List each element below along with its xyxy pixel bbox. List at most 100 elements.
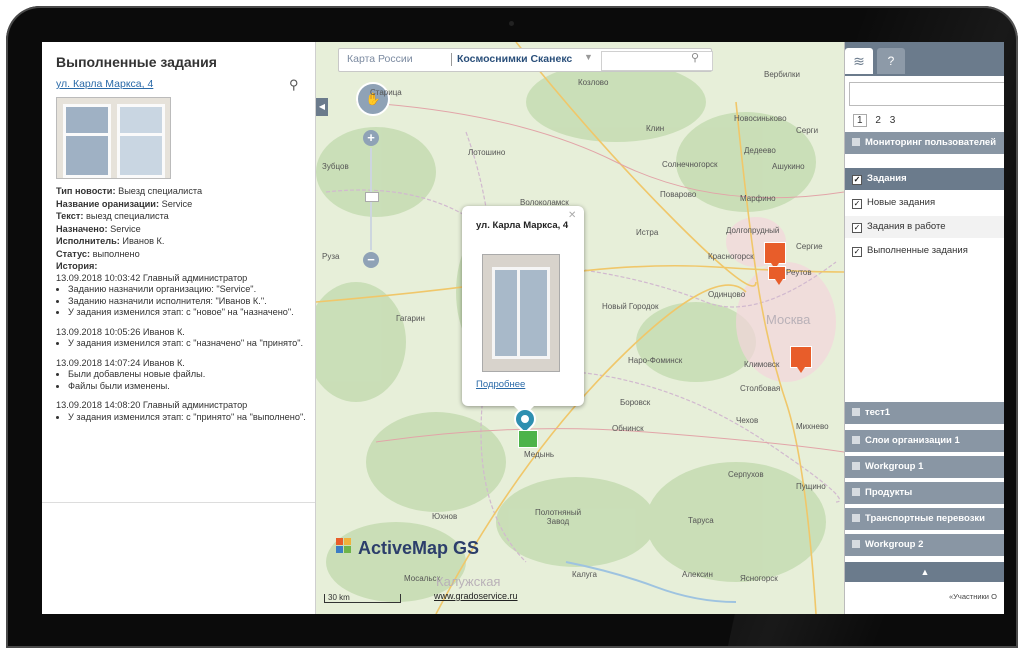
search-icon[interactable]: ⚲: [691, 51, 699, 64]
city-label: Долгопрудный: [726, 226, 780, 235]
layer-item[interactable]: Слои организации 1: [845, 430, 1004, 453]
history-entry: 13.09.2018 14:08:20 Главный администрато…: [56, 400, 306, 423]
page-3[interactable]: 3: [890, 115, 896, 126]
task-photo-thumbnail[interactable]: [56, 97, 171, 179]
task-marker-orange[interactable]: [768, 266, 786, 285]
webcam: [509, 21, 514, 26]
layer-item[interactable]: ✓ Задания в работе: [845, 216, 1004, 238]
popup-title: ул. Карла Маркса, 4: [476, 220, 569, 231]
close-icon[interactable]: ✕: [568, 210, 576, 221]
layer-option-russia[interactable]: Карта России: [347, 53, 413, 65]
scroll-up-button[interactable]: ▲: [845, 562, 1004, 582]
city-label: Столбовая: [740, 384, 781, 393]
history-entry-header: 13.09.2018 14:07:24 Иванов К.: [56, 357, 185, 368]
city-label: Клин: [646, 124, 665, 133]
chevron-down-icon[interactable]: ▼: [584, 52, 593, 62]
layer-option-kosmosnimki[interactable]: Космоснимки Сканекс: [457, 53, 572, 65]
layer-group-icon: [852, 436, 860, 444]
app-screen: Выполненные задания ул. Карла Маркса, 4 …: [42, 42, 1004, 614]
history-item: У задания изменился этап: с "назначено" …: [68, 338, 306, 350]
field-executor: Исполнитель: Иванов К.: [56, 236, 165, 246]
region-label-moscow: Москва: [766, 312, 811, 327]
history-entry-items: У задания изменился этап: с "назначено" …: [56, 338, 306, 350]
popup-more-link[interactable]: Подробнее: [476, 379, 525, 390]
layer-group-icon: [852, 514, 860, 522]
done-task-marker[interactable]: [518, 430, 538, 448]
city-label: Мосальск: [404, 574, 440, 583]
city-label: Реутов: [786, 268, 812, 277]
layer-label: Задания: [867, 173, 907, 184]
page-2[interactable]: 2: [875, 115, 881, 126]
city-label: Гагарин: [396, 314, 425, 323]
layers-tab-icon[interactable]: ≋: [845, 48, 873, 74]
history-item: Были добавлены новые файлы.: [68, 369, 306, 381]
city-label: Одинцово: [708, 290, 746, 299]
city-label: Поварово: [660, 190, 697, 199]
osm-credit: «Участники О: [949, 592, 997, 601]
checkbox[interactable]: ✓: [852, 175, 862, 185]
city-label: Боровск: [620, 398, 651, 407]
field-status: Статус: выполнено: [56, 248, 140, 259]
history-entry-header: 13.09.2018 14:08:20 Главный администрато…: [56, 400, 248, 410]
field-news-type: Тип новости: Выезд специалиста: [56, 186, 203, 196]
layer-group-icon: [852, 138, 860, 146]
layer-item[interactable]: тест1: [845, 402, 1004, 425]
city-label: Руза: [322, 252, 340, 261]
history-item: Файлы были изменены.: [68, 381, 306, 393]
task-marker-orange[interactable]: [790, 346, 812, 373]
layer-item[interactable]: ✓ Задания: [845, 168, 1004, 190]
layer-item[interactable]: Транспортные перевозки: [845, 508, 1004, 531]
toolbar-separator: [451, 53, 452, 66]
map-view[interactable]: Карта России Космоснимки Сканекс ▼ ⚲ ◀ ✋…: [316, 42, 844, 614]
layer-label: Мониторинг пользователей: [865, 137, 997, 148]
help-tab-icon[interactable]: ?: [877, 48, 905, 74]
popup-photo[interactable]: [482, 254, 560, 372]
task-details-panel: Выполненные задания ул. Карла Маркса, 4 …: [42, 42, 316, 614]
history-entry-items: У задания изменился этап: с "принято" на…: [56, 412, 306, 424]
zoom-out-button[interactable]: −: [363, 252, 379, 268]
share-icon[interactable]: ⚲: [289, 77, 299, 93]
city-label: Новый Городок: [602, 302, 659, 311]
layer-label: Задания в работе: [867, 221, 946, 232]
layer-group-icon: [852, 408, 860, 416]
city-label: Михнево: [796, 422, 829, 431]
city-label: Пущино: [796, 482, 826, 491]
layer-item[interactable]: Workgroup 2: [845, 534, 1004, 557]
zoom-slider-handle[interactable]: [365, 192, 379, 202]
history-entry: 13.09.2018 14:07:24 Иванов К.Были добавл…: [56, 358, 306, 393]
city-label: Алексин: [682, 570, 713, 579]
checkbox[interactable]: ✓: [852, 247, 862, 257]
layer-label: Workgroup 2: [865, 539, 924, 550]
layer-item[interactable]: Продукты: [845, 482, 1004, 505]
field-org-name: Название оранизации: Service: [56, 198, 193, 209]
checkbox[interactable]: ✓: [852, 199, 862, 209]
city-label: Козлово: [578, 78, 609, 87]
history-entry: 13.09.2018 10:03:42 Главный администрато…: [56, 273, 306, 319]
city-label: Старица: [370, 88, 402, 97]
layer-item[interactable]: Мониторинг пользователей: [845, 132, 1004, 155]
task-marker-orange[interactable]: [764, 242, 786, 269]
layers-panel-tabs: ≋ ?: [845, 42, 1004, 76]
credit-link[interactable]: www.gradoservice.ru: [434, 591, 518, 601]
city-label: Марфино: [740, 194, 776, 203]
city-label: Красногорск: [708, 252, 754, 261]
city-label: Зубцов: [322, 162, 349, 171]
checkbox[interactable]: ✓: [852, 223, 862, 233]
layer-item[interactable]: Workgroup 1: [845, 456, 1004, 479]
city-label: Вербилки: [764, 70, 800, 79]
task-address-link[interactable]: ул. Карла Маркса, 4: [56, 78, 153, 90]
layers-search-input[interactable]: [849, 82, 1004, 106]
city-label: Дедеево: [744, 146, 776, 155]
layers-panel: ≋ ? 1 2 3 Мониторинг пользователей ✓ Задан…: [844, 42, 1004, 614]
layer-item[interactable]: ✓ Новые задания: [845, 192, 1004, 214]
zoom-in-button[interactable]: +: [363, 130, 379, 146]
city-label: Юхнов: [432, 512, 458, 521]
map-scale-bar: 30 km: [324, 594, 401, 603]
collapse-panel-button[interactable]: ◀: [316, 98, 328, 116]
city-label: Медынь: [524, 450, 555, 459]
page-1[interactable]: 1: [853, 114, 867, 127]
layer-item[interactable]: ✓ Выполненные задания: [845, 240, 1004, 262]
field-text: Текст: выезд специалиста: [56, 211, 169, 221]
history-list: 13.09.2018 10:03:42 Главный администрато…: [56, 273, 306, 424]
history-entry-header: 13.09.2018 10:05:26 Иванов К.: [56, 326, 185, 337]
